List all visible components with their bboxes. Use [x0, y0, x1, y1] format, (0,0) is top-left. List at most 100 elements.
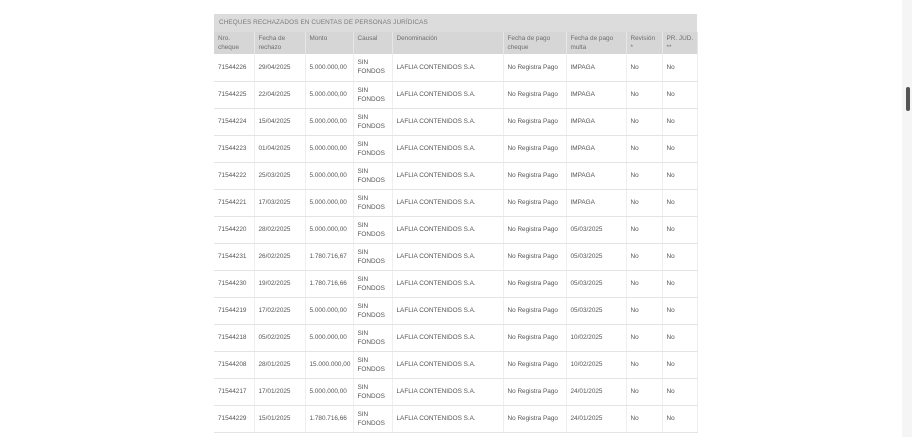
cell-fecha-rechazo: 22/04/2025 — [254, 81, 306, 109]
cell-pr-jud: No — [662, 297, 698, 325]
page-scrollbar[interactable] — [902, 0, 912, 437]
cell-denominacion: LAFLIA CONTENIDOS S.A. — [392, 135, 504, 163]
cell-revision: No — [626, 324, 663, 352]
cell-fecha-pago-cheque: No Registra Pago — [503, 162, 567, 190]
table-header: Nro. cheque Fecha de rechazo Monto Causa… — [214, 32, 698, 54]
cell-pr-jud: No — [662, 135, 698, 163]
cell-nro-cheque: 71544226 — [214, 54, 255, 82]
cell-nro-cheque: 71544230 — [214, 270, 255, 298]
header-causal: Causal — [353, 32, 393, 54]
cell-monto: 5.000.000,00 — [305, 81, 354, 109]
cell-revision: No — [626, 243, 663, 271]
cell-monto: 5.000.000,00 — [305, 378, 354, 406]
cell-nro-cheque: 71544225 — [214, 81, 255, 109]
cell-denominacion: LAFLIA CONTENIDOS S.A. — [392, 270, 504, 298]
cell-monto: 1.780.716,66 — [305, 405, 354, 433]
cell-nro-cheque: 71544218 — [214, 324, 255, 352]
header-fecha-pago-cheque: Fecha de pago cheque — [503, 32, 567, 54]
header-fecha-rechazo: Fecha de rechazo — [254, 32, 306, 54]
cell-denominacion: LAFLIA CONTENIDOS S.A. — [392, 297, 504, 325]
cell-fecha-pago-cheque: No Registra Pago — [503, 243, 567, 271]
cell-monto: 5.000.000,00 — [305, 324, 354, 352]
table-row: 71544231 26/02/2025 1.780.716,67 SIN FONDOS… — [214, 243, 698, 271]
table-row: 71544223 01/04/2025 5.000.000,00 SIN FONDOS… — [214, 135, 698, 163]
cell-revision: No — [626, 216, 663, 244]
cell-nro-cheque: 71544208 — [214, 351, 255, 379]
table-body: 71544226 29/04/2025 5.000.000,00 SIN FONDOS… — [214, 54, 698, 433]
cell-denominacion: LAFLIA CONTENIDOS S.A. — [392, 162, 504, 190]
cell-fecha-rechazo: 15/01/2025 — [254, 405, 306, 433]
table-title: CHEQUES RECHAZADOS EN CUENTAS DE PERSONA… — [214, 14, 697, 32]
table-row: 71544220 28/02/2025 5.000.000,00 SIN FONDOS… — [214, 216, 698, 244]
cell-fecha-pago-multa: IMPAGA — [566, 108, 627, 136]
table-row: 71544217 17/01/2025 5.000.000,00 SIN FONDOS… — [214, 378, 698, 406]
cell-revision: No — [626, 162, 663, 190]
cell-pr-jud: No — [662, 162, 698, 190]
table-row: 71544222 25/03/2025 5.000.000,00 SIN FONDOS… — [214, 162, 698, 190]
cell-causal: SIN FONDOS — [353, 378, 393, 406]
cell-denominacion: LAFLIA CONTENIDOS S.A. — [392, 378, 504, 406]
cell-nro-cheque: 71544221 — [214, 189, 255, 217]
header-nro-cheque: Nro. cheque — [214, 32, 255, 54]
table-row: 71544226 29/04/2025 5.000.000,00 SIN FONDOS… — [214, 54, 698, 82]
header-denominacion: Denominación — [392, 32, 504, 54]
cell-pr-jud: No — [662, 81, 698, 109]
cell-pr-jud: No — [662, 378, 698, 406]
cell-fecha-rechazo: 17/01/2025 — [254, 378, 306, 406]
page: CHEQUES RECHAZADOS EN CUENTAS DE PERSONA… — [0, 0, 912, 437]
cell-monto: 5.000.000,00 — [305, 108, 354, 136]
cell-fecha-pago-cheque: No Registra Pago — [503, 351, 567, 379]
table-row: 71544221 17/03/2025 5.000.000,00 SIN FONDOS… — [214, 189, 698, 217]
cell-causal: SIN FONDOS — [353, 297, 393, 325]
cell-revision: No — [626, 351, 663, 379]
cell-fecha-rechazo: 26/02/2025 — [254, 243, 306, 271]
cell-revision: No — [626, 378, 663, 406]
cell-pr-jud: No — [662, 54, 698, 82]
scrollbar-thumb[interactable] — [906, 87, 910, 111]
cell-monto: 5.000.000,00 — [305, 54, 354, 82]
cell-denominacion: LAFLIA CONTENIDOS S.A. — [392, 243, 504, 271]
cell-nro-cheque: 71544231 — [214, 243, 255, 271]
cell-fecha-pago-multa: 10/02/2025 — [566, 324, 627, 352]
cell-fecha-pago-multa: 05/03/2025 — [566, 297, 627, 325]
cell-denominacion: LAFLIA CONTENIDOS S.A. — [392, 216, 504, 244]
header-fecha-pago-multa: Fecha de pago multa — [566, 32, 627, 54]
cell-fecha-pago-multa: IMPAGA — [566, 54, 627, 82]
cell-fecha-pago-multa: IMPAGA — [566, 135, 627, 163]
cell-nro-cheque: 71544223 — [214, 135, 255, 163]
cell-fecha-rechazo: 17/03/2025 — [254, 189, 306, 217]
cell-nro-cheque: 71544220 — [214, 216, 255, 244]
cell-fecha-pago-multa: 05/03/2025 — [566, 216, 627, 244]
cell-revision: No — [626, 189, 663, 217]
cell-denominacion: LAFLIA CONTENIDOS S.A. — [392, 189, 504, 217]
cell-fecha-pago-cheque: No Registra Pago — [503, 297, 567, 325]
cell-nro-cheque: 71544219 — [214, 297, 255, 325]
table-row: 71544229 15/01/2025 1.780.716,66 SIN FONDOS… — [214, 405, 698, 433]
cell-pr-jud: No — [662, 405, 698, 433]
cell-fecha-rechazo: 25/03/2025 — [254, 162, 306, 190]
cell-fecha-pago-multa: IMPAGA — [566, 81, 627, 109]
cell-monto: 5.000.000,00 — [305, 162, 354, 190]
cell-pr-jud: No — [662, 189, 698, 217]
cell-fecha-pago-multa: 05/03/2025 — [566, 270, 627, 298]
cell-fecha-pago-cheque: No Registra Pago — [503, 378, 567, 406]
cell-fecha-rechazo: 29/04/2025 — [254, 54, 306, 82]
rejected-cheques-panel: CHEQUES RECHAZADOS EN CUENTAS DE PERSONA… — [214, 14, 698, 433]
rejected-cheques-table: Nro. cheque Fecha de rechazo Monto Causa… — [214, 32, 698, 433]
cell-revision: No — [626, 108, 663, 136]
header-row: Nro. cheque Fecha de rechazo Monto Causa… — [214, 32, 698, 54]
cell-fecha-pago-cheque: No Registra Pago — [503, 54, 567, 82]
cell-causal: SIN FONDOS — [353, 189, 393, 217]
cell-fecha-pago-cheque: No Registra Pago — [503, 270, 567, 298]
cell-fecha-pago-multa: 24/01/2025 — [566, 378, 627, 406]
cell-fecha-rechazo: 17/02/2025 — [254, 297, 306, 325]
cell-causal: SIN FONDOS — [353, 324, 393, 352]
cell-monto: 5.000.000,00 — [305, 216, 354, 244]
cell-denominacion: LAFLIA CONTENIDOS S.A. — [392, 351, 504, 379]
cell-pr-jud: No — [662, 243, 698, 271]
cell-denominacion: LAFLIA CONTENIDOS S.A. — [392, 81, 504, 109]
cell-fecha-pago-cheque: No Registra Pago — [503, 135, 567, 163]
cell-causal: SIN FONDOS — [353, 351, 393, 379]
cell-fecha-pago-multa: IMPAGA — [566, 189, 627, 217]
cell-pr-jud: No — [662, 351, 698, 379]
